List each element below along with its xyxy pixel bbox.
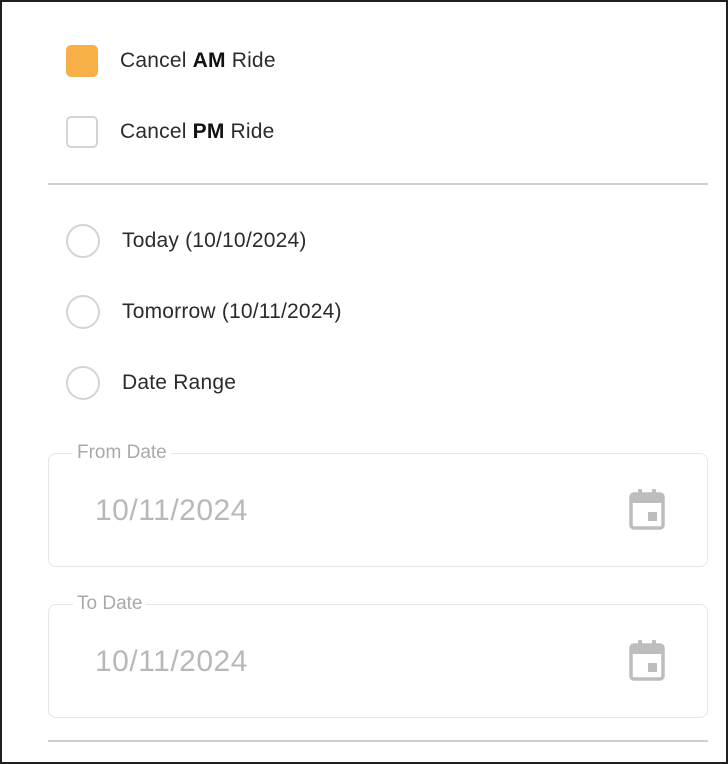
date-option-today[interactable]: Today (10/10/2024) [66, 223, 307, 259]
date-option-range-radio[interactable] [66, 366, 100, 400]
cancel-am-ride-option[interactable]: Cancel AM Ride [66, 43, 276, 79]
date-option-today-label: Today (10/10/2024) [122, 229, 307, 252]
cancel-pm-ride-option[interactable]: Cancel PM Ride [66, 114, 275, 150]
cancel-am-ride-checkbox[interactable] [66, 45, 98, 77]
cancel-pm-ride-checkbox[interactable] [66, 116, 98, 148]
calendar-icon[interactable] [629, 639, 665, 681]
cancel-ride-panel: Cancel AM Ride Cancel PM Ride Today (10/… [0, 0, 728, 764]
from-date-label: From Date [73, 442, 171, 464]
date-option-range[interactable]: Date Range [66, 365, 236, 401]
cancel-pm-ride-label: Cancel PM Ride [120, 120, 275, 143]
date-option-tomorrow[interactable]: Tomorrow (10/11/2024) [66, 294, 342, 330]
divider [48, 183, 708, 185]
to-date-value[interactable]: 10/11/2024 [95, 645, 248, 679]
to-date-label: To Date [73, 593, 147, 615]
from-date-field[interactable]: From Date 10/11/2024 [48, 442, 708, 567]
date-option-tomorrow-radio[interactable] [66, 295, 100, 329]
cancel-am-ride-label: Cancel AM Ride [120, 49, 276, 72]
date-option-tomorrow-label: Tomorrow (10/11/2024) [122, 300, 342, 323]
date-option-range-label: Date Range [122, 371, 237, 394]
from-date-value[interactable]: 10/11/2024 [95, 494, 248, 528]
calendar-icon[interactable] [629, 488, 665, 530]
divider [48, 740, 708, 742]
date-option-today-radio[interactable] [66, 224, 100, 258]
to-date-field[interactable]: To Date 10/11/2024 [48, 593, 708, 718]
